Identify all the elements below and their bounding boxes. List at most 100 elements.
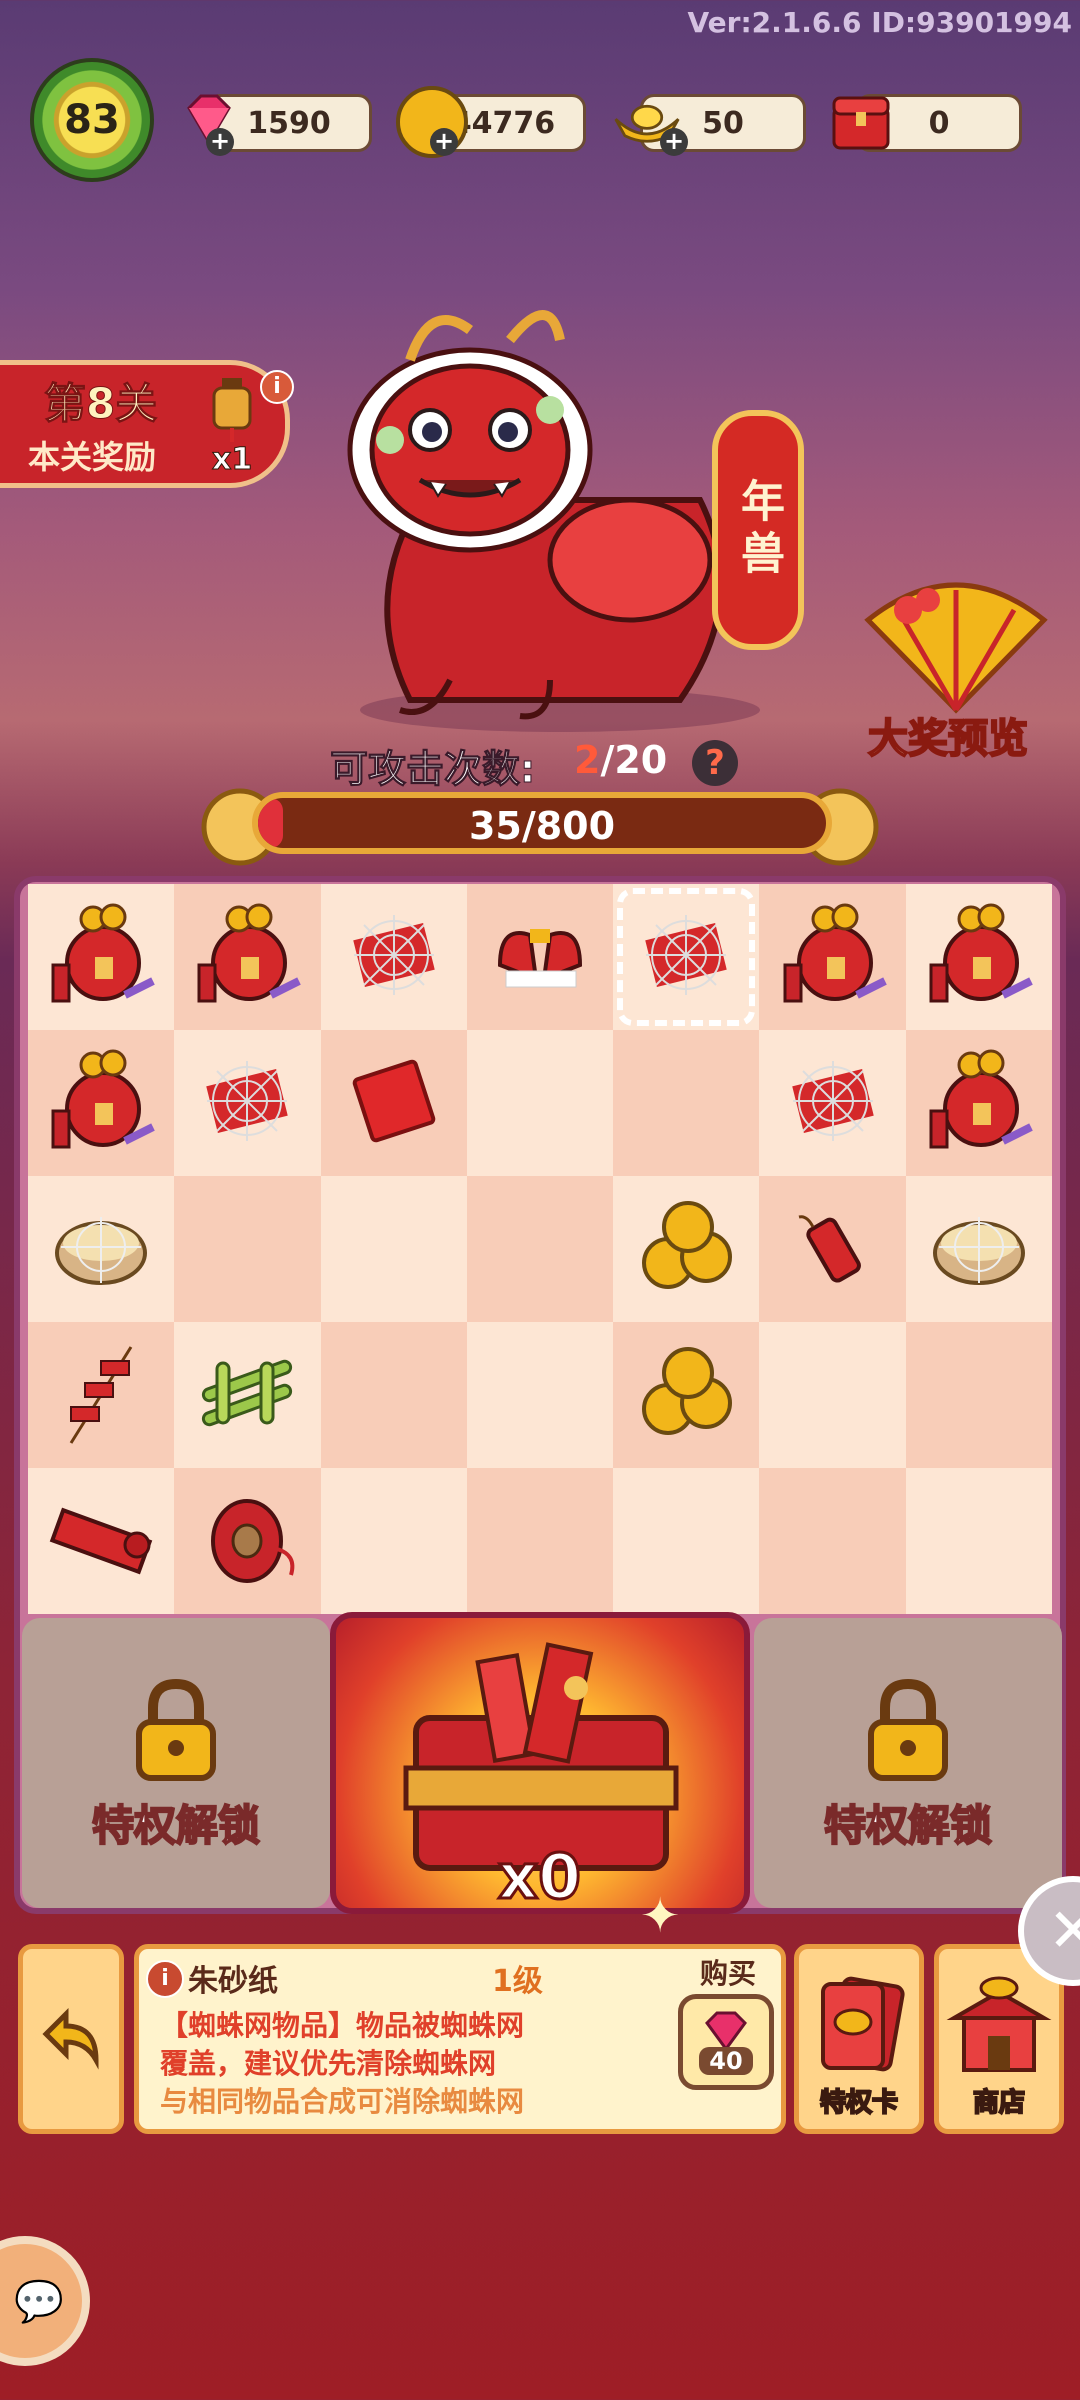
board-cell[interactable]: [905, 1176, 1052, 1322]
chat-button[interactable]: 💬: [0, 2236, 90, 2366]
player-level: 83: [64, 97, 120, 143]
item-level: 1级: [492, 1964, 543, 1999]
lock-icon: [136, 1678, 216, 1781]
board-cell[interactable]: [466, 1030, 614, 1176]
cobweb-basket-icon[interactable]: [919, 1187, 1039, 1311]
grand-prize-label: 大奖预览: [867, 715, 1029, 763]
board-cell[interactable]: [905, 1030, 1052, 1176]
cobweb-gloves-icon[interactable]: [480, 895, 600, 1019]
privilege-card-icon: [821, 1976, 905, 2072]
board-cell[interactable]: [174, 1176, 321, 1322]
add-gold-ingot-icon[interactable]: +: [660, 128, 688, 156]
board-cell[interactable]: [174, 1030, 321, 1176]
sparkle-icon: ✦: [640, 1888, 681, 1944]
coins-icon[interactable]: [626, 1187, 746, 1311]
buy-label: 购买: [700, 1957, 757, 1990]
attack-help-icon[interactable]: ?: [692, 740, 738, 786]
board-cell[interactable]: [466, 884, 614, 1030]
privilege-card-button[interactable]: 特权卡: [794, 1944, 924, 2134]
item-desc-line2: 覆盖，建议优先清除蜘蛛网: [160, 2047, 497, 2080]
version-text: Ver:2.1.6.6 ID:93901994: [687, 6, 1072, 39]
bamboo-icon[interactable]: [187, 1333, 307, 1457]
add-coins-icon[interactable]: +: [430, 128, 458, 156]
gem-count: 1590: [247, 105, 331, 141]
firecracker-icon[interactable]: [773, 1187, 893, 1311]
item-desc-line1: 【蜘蛛网物品】物品被蜘蛛网: [160, 2009, 525, 2042]
shop-icon: [946, 1976, 1052, 2072]
lucky-bag-icon[interactable]: [919, 1041, 1039, 1165]
board-cell[interactable]: [28, 1322, 175, 1468]
board-cell[interactable]: [320, 884, 467, 1030]
lucky-bag-icon[interactable]: [41, 895, 161, 1019]
shop-label: 商店: [972, 2087, 1026, 2119]
board-cell[interactable]: [759, 1176, 906, 1322]
board-cell[interactable]: [466, 1176, 614, 1322]
board-cell[interactable]: [759, 884, 906, 1030]
cobweb-paper-icon[interactable]: [187, 1041, 307, 1165]
red-scroll-icon[interactable]: [41, 1479, 161, 1603]
locked-slot-left[interactable]: 特权解锁: [22, 1618, 330, 1908]
board-cell[interactable]: [613, 1322, 760, 1468]
board-cell[interactable]: [320, 1322, 467, 1468]
board-cell[interactable]: [613, 1468, 760, 1614]
board-cell[interactable]: [613, 1030, 760, 1176]
board-cell[interactable]: [28, 884, 175, 1030]
cobweb-paper-icon[interactable]: [334, 895, 454, 1019]
board-cell[interactable]: [613, 1176, 760, 1322]
privilege-card-label: 特权卡: [819, 2087, 899, 2119]
item-info-icon[interactable]: i: [146, 1960, 184, 1998]
chat-icon: 💬: [14, 2278, 64, 2325]
gem-icon: [705, 2011, 747, 2051]
lucky-bag-icon[interactable]: [41, 1041, 161, 1165]
locked-slot-label: 特权解锁: [91, 1800, 261, 1851]
firecracker-string-icon[interactable]: [41, 1333, 161, 1457]
board-cell[interactable]: [466, 1322, 614, 1468]
board-cell[interactable]: [174, 1322, 321, 1468]
selection-frame: [617, 888, 756, 1026]
board-cell[interactable]: [759, 1030, 906, 1176]
stage-reward-label: 本关奖励: [28, 438, 157, 476]
board-cell[interactable]: [905, 884, 1052, 1030]
board-cell[interactable]: [905, 1468, 1052, 1614]
board-cell[interactable]: [613, 884, 760, 1030]
board-cell[interactable]: [759, 1468, 906, 1614]
board-cell[interactable]: [174, 884, 321, 1030]
chest-count: x0: [496, 1839, 582, 1915]
back-arrow-icon: [42, 2007, 99, 2070]
add-gems-icon[interactable]: +: [206, 128, 234, 156]
treasure-box-icon: [826, 86, 896, 156]
buy-price: 40: [699, 2047, 753, 2075]
boss-hp-text: 35/800: [468, 804, 616, 848]
boss-nameplate: 年兽: [712, 410, 804, 650]
stage-info-icon[interactable]: i: [260, 370, 294, 404]
board-cell[interactable]: [28, 1176, 175, 1322]
back-button[interactable]: [18, 1944, 124, 2134]
board-cell[interactable]: [174, 1468, 321, 1614]
lock-icon: [868, 1678, 948, 1781]
lucky-bag-icon[interactable]: [919, 895, 1039, 1019]
board-cell[interactable]: [466, 1468, 614, 1614]
board-cell[interactable]: [28, 1030, 175, 1176]
cobweb-basket-icon[interactable]: [41, 1187, 161, 1311]
player-level-badge[interactable]: 83: [30, 58, 154, 182]
red-paper-icon[interactable]: [334, 1041, 454, 1165]
board-cell[interactable]: [320, 1030, 467, 1176]
buy-button[interactable]: 40: [678, 1994, 774, 2090]
stage-reward-count: x1: [211, 442, 253, 478]
reward-lantern-icon: [200, 374, 264, 448]
lucky-bag-icon[interactable]: [187, 895, 307, 1019]
gold-ingot-count: 50: [702, 105, 744, 141]
board-cell[interactable]: [320, 1176, 467, 1322]
board-cell[interactable]: [905, 1322, 1052, 1468]
lucky-bag-icon[interactable]: [773, 895, 893, 1019]
locked-slot-right[interactable]: 特权解锁: [754, 1618, 1062, 1908]
attack-count: 2/20: [574, 738, 667, 782]
board-cell[interactable]: [28, 1468, 175, 1614]
thread-spool-icon[interactable]: [187, 1479, 307, 1603]
item-desc-line3: 与相同物品合成可消除蜘蛛网: [160, 2085, 525, 2118]
treasure-box-count: 0: [928, 105, 950, 141]
coins-icon[interactable]: [626, 1333, 746, 1457]
board-cell[interactable]: [320, 1468, 467, 1614]
board-cell[interactable]: [759, 1322, 906, 1468]
cobweb-paper-icon[interactable]: [773, 1041, 893, 1165]
